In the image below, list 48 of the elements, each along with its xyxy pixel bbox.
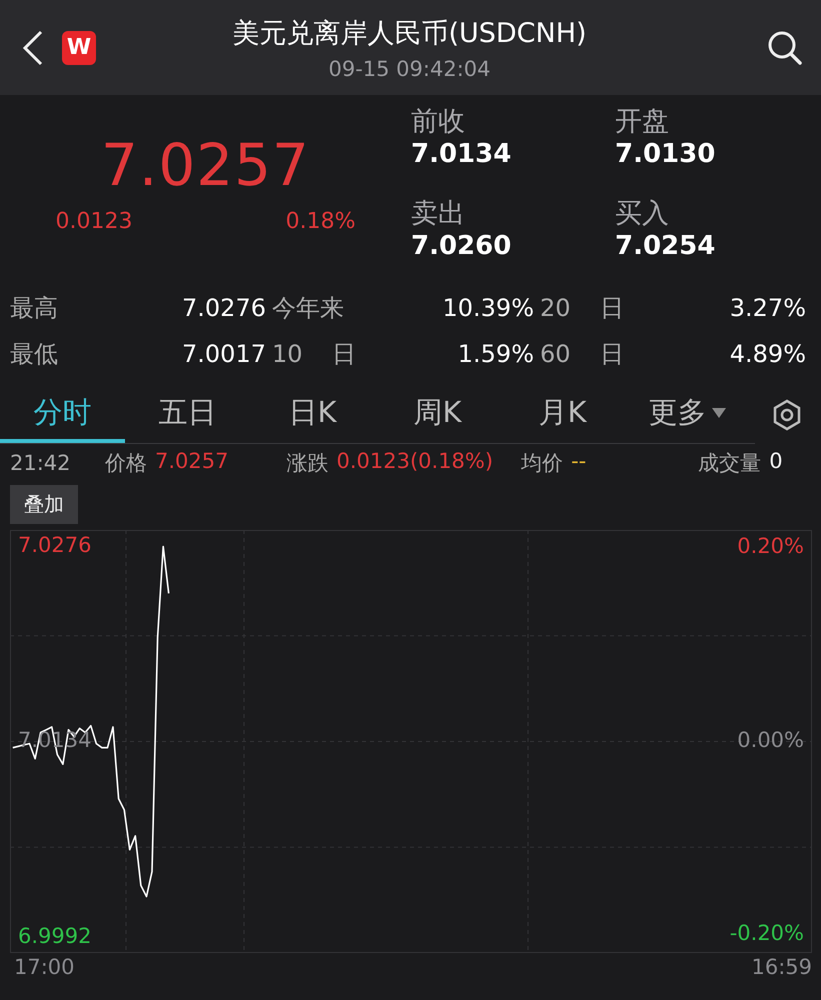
update-time: 09-15 09:42:04: [328, 56, 490, 80]
app-logo: W: [62, 30, 96, 64]
price-axis-label: 6.9992: [18, 924, 92, 948]
quote-value: 7.0134: [411, 139, 512, 169]
stat-label: 20 日: [540, 293, 624, 324]
stat-value: 1.59%: [458, 340, 534, 368]
quote-label: 买入: [615, 197, 670, 231]
page-title: 美元兑离岸人民币(USDCNH): [232, 16, 587, 50]
info-value: 7.0257: [155, 449, 228, 475]
chart-tab[interactable]: 五日: [125, 387, 250, 443]
chart-tab[interactable]: 日K: [250, 387, 375, 443]
quote-label: 卖出: [411, 197, 466, 231]
info-label: 均价: [521, 450, 564, 477]
price-change: 0.0123: [56, 209, 132, 234]
stat-value: 7.0276: [182, 294, 266, 322]
current-price: 7.0257: [101, 131, 310, 199]
percent-axis-label: 0.00%: [737, 728, 804, 752]
stat-value: 7.0017: [182, 340, 266, 368]
quote-label: 开盘: [615, 105, 670, 139]
time-axis-label: 16:59: [751, 955, 812, 979]
cursor-time: 21:42: [10, 451, 72, 475]
stat-value: 4.89%: [730, 340, 806, 368]
stat-label: 今年来: [272, 293, 344, 324]
quote-value: 7.0260: [411, 231, 512, 261]
info-value: --: [571, 449, 586, 475]
percent-axis-label: 0.20%: [737, 534, 804, 558]
quote-value: 7.0130: [615, 139, 716, 169]
stat-value: 3.27%: [730, 294, 806, 322]
time-axis-label: 17:00: [14, 955, 75, 979]
price-axis-label: 7.0276: [18, 532, 92, 557]
stat-label: 60 日: [540, 339, 624, 370]
percent-axis-label: -0.20%: [730, 921, 804, 945]
stat-label: 10 日: [272, 339, 356, 370]
stat-label: 最高: [10, 293, 58, 324]
chart-tab[interactable]: 更多: [625, 387, 750, 443]
chart-tab[interactable]: 月K: [500, 387, 625, 443]
stat-label: 最低: [10, 339, 58, 370]
quote-label: 前收: [411, 105, 466, 139]
chart-tab[interactable]: 周K: [375, 387, 500, 443]
quote-value: 7.0254: [615, 231, 716, 261]
overlay-button[interactable]: 叠加: [10, 485, 78, 524]
info-label: 涨跌: [286, 450, 328, 477]
info-label: 价格: [105, 450, 147, 477]
percent-change: 0.18%: [286, 209, 356, 234]
stat-value: 10.39%: [442, 294, 534, 322]
info-value: 0.0123(0.18%): [336, 449, 494, 475]
info-value: 0: [769, 449, 783, 475]
info-label: 成交量: [698, 450, 762, 477]
